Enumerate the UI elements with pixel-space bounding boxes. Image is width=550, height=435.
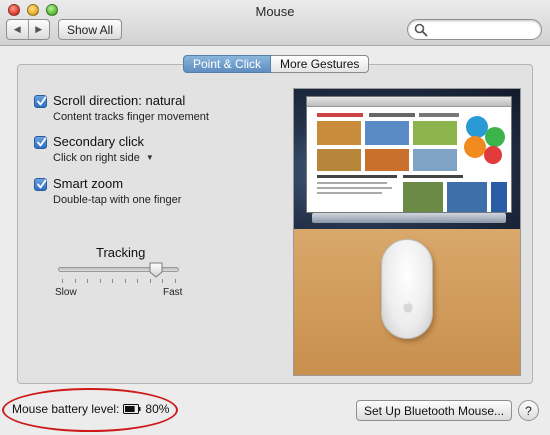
setup-bluetooth-mouse-button[interactable]: Set Up Bluetooth Mouse... (356, 400, 512, 421)
preview-browser-window (306, 96, 512, 213)
back-button[interactable]: ◀ (7, 20, 28, 39)
smart-zoom-checkbox[interactable] (34, 178, 47, 191)
search-input[interactable] (407, 19, 542, 40)
option-title: Secondary click (53, 134, 145, 149)
triangle-down-icon: ▼ (145, 153, 154, 162)
checkmark-icon (37, 96, 47, 106)
option-description: Double-tap with one finger (53, 194, 182, 206)
secondary-click-dropdown[interactable]: Click on right side ▼ (53, 152, 154, 164)
forward-button[interactable]: ▶ (27, 20, 50, 39)
slider-max-label: Fast (163, 287, 183, 298)
window-title: Mouse (255, 4, 295, 19)
tab-more-gestures[interactable]: More Gestures (271, 55, 370, 73)
tab-point-and-click[interactable]: Point & Click (183, 55, 272, 73)
help-button[interactable]: ? (518, 400, 539, 421)
slider-tick (137, 279, 139, 283)
slider-tick (149, 279, 151, 283)
slider-tick (124, 279, 126, 283)
slider-tick (162, 279, 164, 283)
magic-mouse-illustration (381, 239, 433, 339)
slider-tick (87, 279, 89, 283)
option-title: Smart zoom (53, 176, 124, 191)
slider-tick (62, 279, 63, 283)
title-bar: Mouse ◀ ▶ Show All (0, 0, 550, 46)
option-description: Content tracks finger movement (53, 111, 209, 123)
slider-tick (74, 279, 76, 283)
annotation-highlight-ellipse (2, 388, 178, 432)
tracking-slider-knob[interactable] (149, 262, 163, 278)
search-icon (414, 23, 428, 37)
slider-tick (175, 279, 176, 283)
chevron-right-icon: ▶ (35, 24, 43, 34)
secondary-click-checkbox[interactable] (34, 136, 47, 149)
checkmark-icon (37, 179, 47, 189)
show-all-button[interactable]: Show All (58, 19, 122, 40)
tracking-label: Tracking (96, 245, 146, 260)
gesture-preview-image (293, 88, 521, 376)
slider-tick (99, 279, 101, 283)
secondary-click-value: Click on right side (53, 152, 140, 164)
chevron-left-icon: ◀ (13, 24, 21, 34)
tab-bar: Point & Click More Gestures (183, 55, 370, 73)
back-forward-group: ◀ ▶ (6, 19, 50, 40)
scroll-direction-checkbox[interactable] (34, 95, 47, 108)
slider-min-label: Slow (55, 287, 77, 298)
option-title: Scroll direction: natural (53, 93, 186, 108)
preview-webpage-illustration (317, 113, 507, 212)
checkmark-icon (37, 137, 47, 147)
preview-dock (312, 213, 506, 223)
slider-tick (112, 279, 114, 283)
apple-logo-icon (403, 301, 413, 313)
